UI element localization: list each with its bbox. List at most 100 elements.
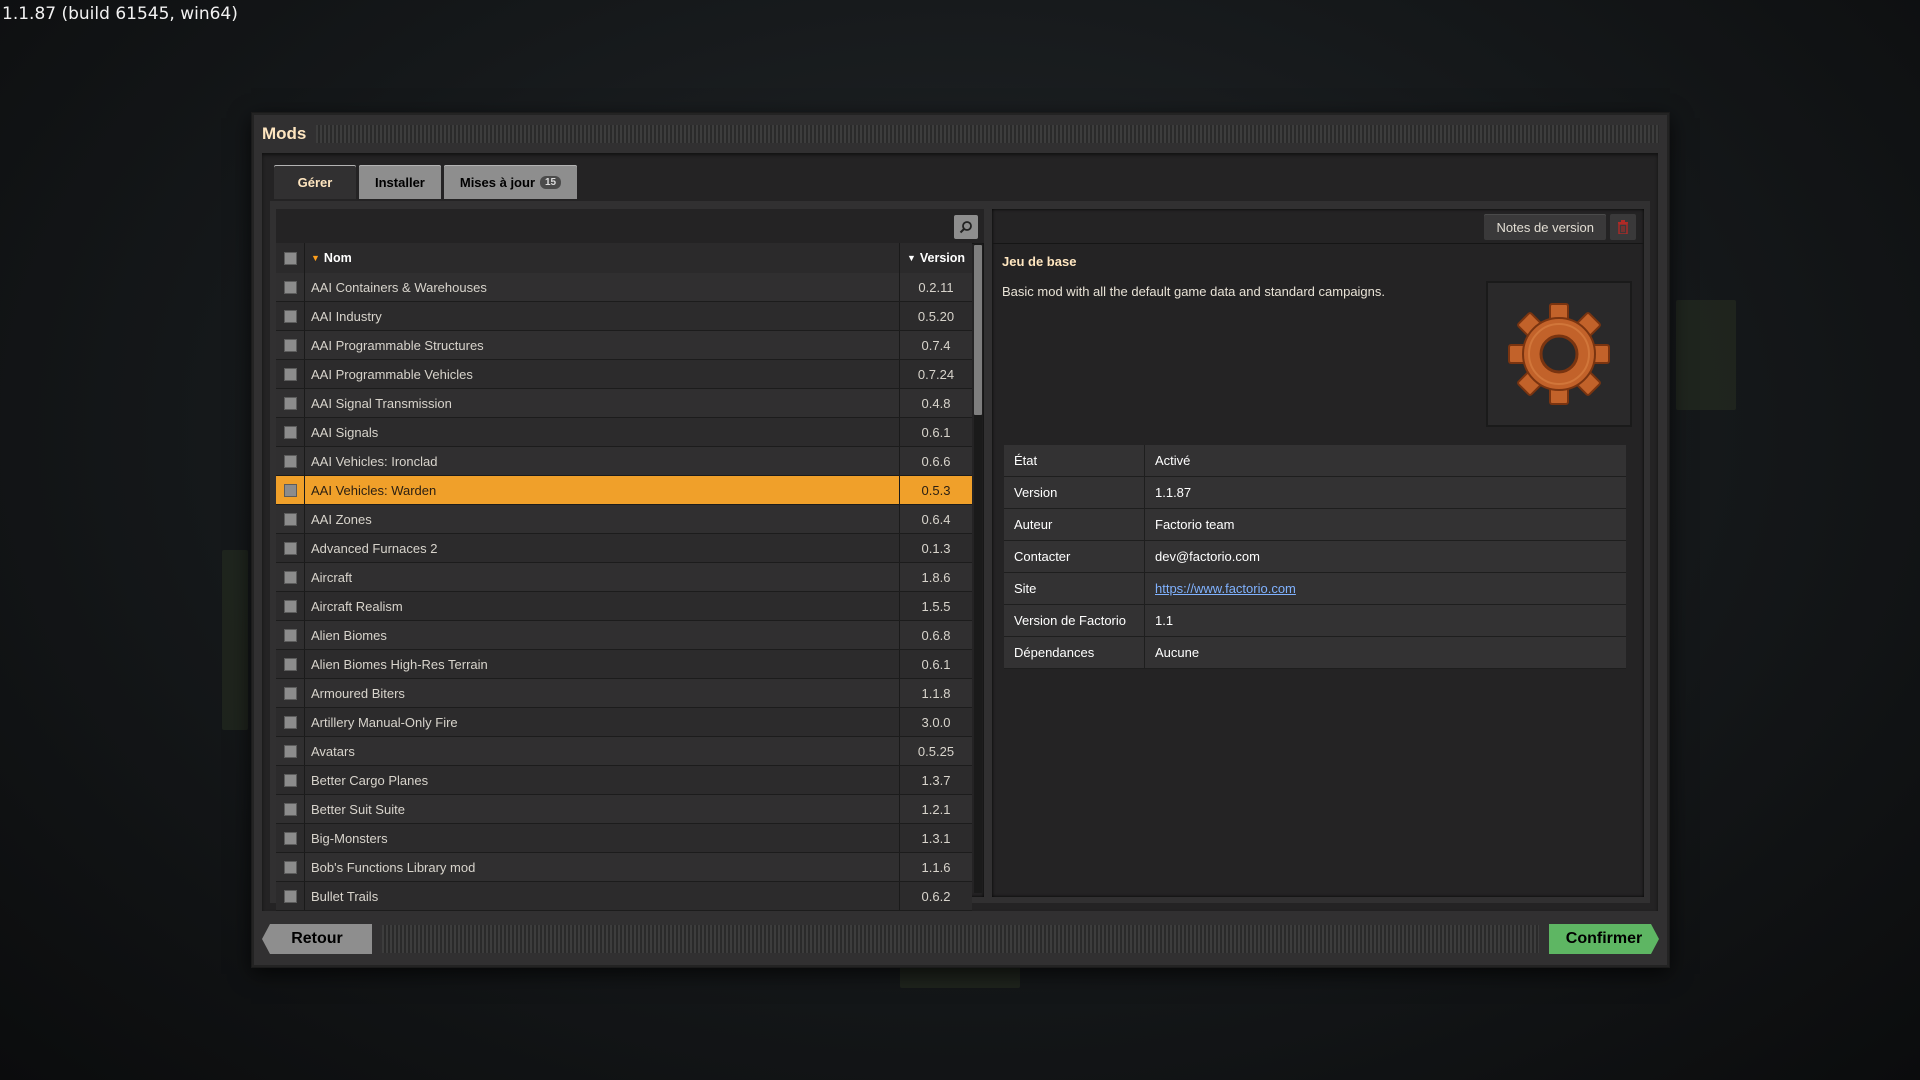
mod-enable-checkbox[interactable] <box>283 570 297 584</box>
mod-enable-checkbox[interactable] <box>283 657 297 671</box>
version-header-label: Version <box>919 251 966 265</box>
mod-enable-checkbox[interactable] <box>283 860 297 874</box>
mod-enable-checkbox[interactable] <box>283 483 297 497</box>
tab-install[interactable]: Installer <box>359 165 441 199</box>
mod-checkbox-cell <box>276 599 304 613</box>
tab-manage[interactable]: Gérer <box>274 165 356 199</box>
info-value-cell: 1.1 <box>1145 605 1626 636</box>
mod-name: Better Suit Suite <box>304 795 899 823</box>
mod-row[interactable]: Aircraft 1.8.6 <box>276 563 972 592</box>
mod-checkbox-cell <box>276 280 304 294</box>
tab-label: Installer <box>375 174 425 190</box>
mod-name: Big-Monsters <box>304 824 899 852</box>
mod-name: AAI Vehicles: Ironclad <box>304 447 899 475</box>
delete-button[interactable] <box>1610 214 1636 240</box>
mod-row[interactable]: AAI Industry 0.5.20 <box>276 302 972 331</box>
mod-checkbox-cell <box>276 454 304 468</box>
mod-table-header: ▼ Nom ▼ Version <box>276 243 972 274</box>
mod-enable-checkbox[interactable] <box>283 686 297 700</box>
mod-enable-checkbox[interactable] <box>283 280 297 294</box>
mod-row[interactable]: AAI Zones 0.6.4 <box>276 505 972 534</box>
mod-version: 0.6.1 <box>899 650 972 678</box>
mod-enable-checkbox[interactable] <box>283 889 297 903</box>
select-all-cell <box>276 251 304 265</box>
mod-row[interactable]: Armoured Biters 1.1.8 <box>276 679 972 708</box>
mod-row[interactable]: Better Cargo Planes 1.3.7 <box>276 766 972 795</box>
mod-enable-checkbox[interactable] <box>283 425 297 439</box>
mod-row[interactable]: Bullet Trails 0.6.2 <box>276 882 972 911</box>
mod-name: AAI Vehicles: Warden <box>304 476 899 504</box>
background-decoration <box>222 550 248 730</box>
mod-name: AAI Zones <box>304 505 899 533</box>
mod-enable-checkbox[interactable] <box>283 454 297 468</box>
mod-checkbox-cell <box>276 831 304 845</box>
mod-enable-checkbox[interactable] <box>283 802 297 816</box>
info-row: État Activé <box>1004 445 1626 477</box>
mod-enable-checkbox[interactable] <box>283 715 297 729</box>
mod-row[interactable]: Aircraft Realism 1.5.5 <box>276 592 972 621</box>
mod-checkbox-cell <box>276 802 304 816</box>
info-row: Version de Factorio 1.1 <box>1004 605 1626 637</box>
drag-handle[interactable] <box>382 925 1539 953</box>
version-column-header[interactable]: ▼ Version <box>899 243 972 273</box>
mod-version: 1.1.6 <box>899 853 972 881</box>
select-all-checkbox[interactable] <box>283 251 297 265</box>
mod-enable-checkbox[interactable] <box>283 599 297 613</box>
mod-row[interactable]: Artillery Manual-Only Fire 3.0.0 <box>276 708 972 737</box>
mod-enable-checkbox[interactable] <box>283 512 297 526</box>
info-key: Auteur <box>1004 509 1145 540</box>
info-value: Factorio team <box>1155 517 1235 532</box>
drag-handle[interactable] <box>316 125 1659 143</box>
mod-enable-checkbox[interactable] <box>283 338 297 352</box>
tab-updates[interactable]: Mises à jour 15 <box>443 165 578 199</box>
website-link[interactable]: https://www.factorio.com <box>1155 581 1296 596</box>
mod-name: Aircraft Realism <box>304 592 899 620</box>
back-button[interactable]: Retour <box>262 924 372 954</box>
mod-checkbox-cell <box>276 686 304 700</box>
mods-frame: Gérer Installer Mises à jour 15 ▼ Nom ▼ Ver… <box>262 153 1658 911</box>
confirm-button[interactable]: Confirmer <box>1549 924 1659 954</box>
mod-row[interactable]: Big-Monsters 1.3.1 <box>276 824 972 853</box>
release-notes-button[interactable]: Notes de version <box>1484 214 1606 240</box>
trash-icon <box>1618 220 1628 234</box>
mod-row[interactable]: Advanced Furnaces 2 0.1.3 <box>276 534 972 563</box>
mod-enable-checkbox[interactable] <box>283 541 297 555</box>
info-row: Dépendances Aucune <box>1004 637 1626 669</box>
background-decoration <box>1676 300 1736 410</box>
mod-enable-checkbox[interactable] <box>283 367 297 381</box>
mod-enable-checkbox[interactable] <box>283 396 297 410</box>
mod-list-scrollbar[interactable] <box>974 243 982 893</box>
mod-rows: AAI Containers & Warehouses 0.2.11 AAI Ind… <box>276 273 972 911</box>
name-column-header[interactable]: ▼ Nom <box>304 243 899 273</box>
mod-row[interactable]: AAI Signals 0.6.1 <box>276 418 972 447</box>
mod-row[interactable]: AAI Programmable Structures 0.7.4 <box>276 331 972 360</box>
mod-version: 1.3.1 <box>899 824 972 852</box>
mod-row[interactable]: Alien Biomes High-Res Terrain 0.6.1 <box>276 650 972 679</box>
scrollbar-thumb[interactable] <box>974 245 982 415</box>
info-value: 1.1 <box>1155 613 1174 628</box>
mod-version: 1.8.6 <box>899 563 972 591</box>
mod-row[interactable]: AAI Containers & Warehouses 0.2.11 <box>276 273 972 302</box>
mod-name: AAI Signals <box>304 418 899 446</box>
mod-row[interactable]: AAI Vehicles: Warden 0.5.3 <box>276 476 972 505</box>
mod-row[interactable]: AAI Signal Transmission 0.4.8 <box>276 389 972 418</box>
info-value: Aucune <box>1155 645 1200 660</box>
mod-enable-checkbox[interactable] <box>283 309 297 323</box>
mod-row[interactable]: AAI Programmable Vehicles 0.7.24 <box>276 360 972 389</box>
mod-version: 0.6.6 <box>899 447 972 475</box>
mod-row[interactable]: Bob's Functions Library mod 1.1.6 <box>276 853 972 882</box>
mod-row[interactable]: Avatars 0.5.25 <box>276 737 972 766</box>
mod-enable-checkbox[interactable] <box>283 744 297 758</box>
mod-list-panel: ▼ Nom ▼ Version AAI Containers & Warehouse… <box>276 209 984 911</box>
mod-enable-checkbox[interactable] <box>283 831 297 845</box>
mod-enable-checkbox[interactable] <box>283 773 297 787</box>
mod-row[interactable]: Better Suit Suite 1.2.1 <box>276 795 972 824</box>
info-key: Contacter <box>1004 541 1145 572</box>
mod-row[interactable]: Alien Biomes 0.6.8 <box>276 621 972 650</box>
search-button[interactable] <box>954 215 978 239</box>
mod-detail-panel: Notes de version Jeu de base Basic mod w… <box>992 209 1644 897</box>
mod-enable-checkbox[interactable] <box>283 628 297 642</box>
mod-title: Jeu de base <box>1002 254 1077 269</box>
mod-row[interactable]: AAI Vehicles: Ironclad 0.6.6 <box>276 447 972 476</box>
search-icon <box>959 221 972 234</box>
